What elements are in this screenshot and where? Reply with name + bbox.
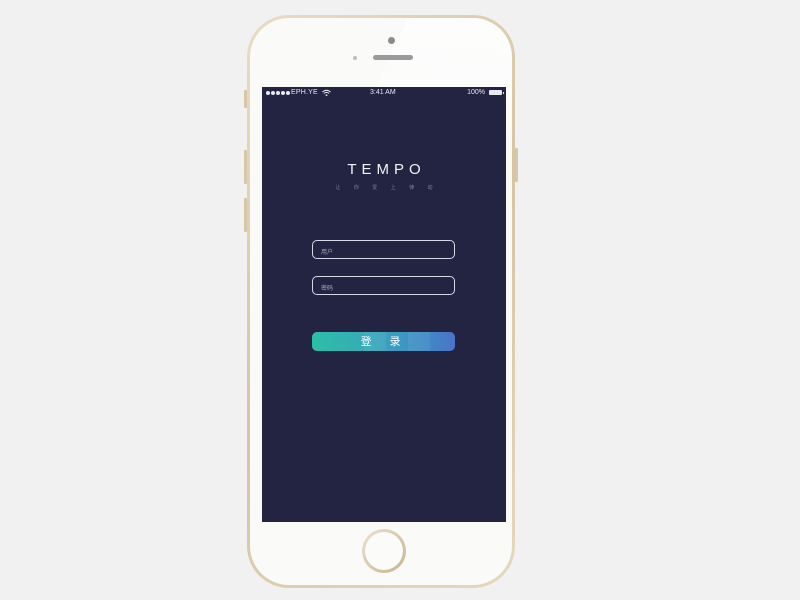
status-bar: EPH.YE 3:41 AM 100% bbox=[262, 87, 506, 100]
proximity-sensor bbox=[353, 56, 357, 60]
home-button[interactable] bbox=[362, 529, 406, 573]
username-input[interactable] bbox=[313, 244, 454, 262]
app-screen: EPH.YE 3:41 AM 100% TEMPO 让 你 爱 上 律 动 用户… bbox=[262, 87, 506, 522]
earpiece-speaker bbox=[373, 55, 413, 60]
volume-up-button bbox=[244, 150, 247, 184]
front-camera bbox=[388, 37, 395, 44]
status-time: 3:41 AM bbox=[370, 89, 396, 96]
login-button-label: 登录 bbox=[360, 336, 419, 348]
battery-percentage: 100% bbox=[467, 89, 485, 96]
password-field[interactable] bbox=[312, 276, 455, 298]
phone-frame: EPH.YE 3:41 AM 100% TEMPO 让 你 爱 上 律 动 用户… bbox=[244, 15, 518, 588]
username-field[interactable] bbox=[312, 240, 455, 262]
app-logo-title: TEMPO bbox=[347, 161, 426, 178]
wifi-icon bbox=[322, 89, 331, 97]
carrier-name: EPH.YE bbox=[291, 89, 318, 96]
signal-strength-icon bbox=[266, 91, 290, 95]
password-input[interactable] bbox=[313, 280, 454, 298]
volume-down-button bbox=[244, 198, 247, 232]
battery-icon bbox=[489, 90, 504, 95]
phone-face: EPH.YE 3:41 AM 100% TEMPO 让 你 爱 上 律 动 用户… bbox=[250, 18, 512, 585]
login-button[interactable]: 登录 bbox=[312, 332, 455, 351]
power-button bbox=[515, 148, 518, 182]
app-tagline: 让 你 爱 上 律 动 bbox=[335, 185, 439, 191]
mute-switch bbox=[244, 90, 247, 108]
